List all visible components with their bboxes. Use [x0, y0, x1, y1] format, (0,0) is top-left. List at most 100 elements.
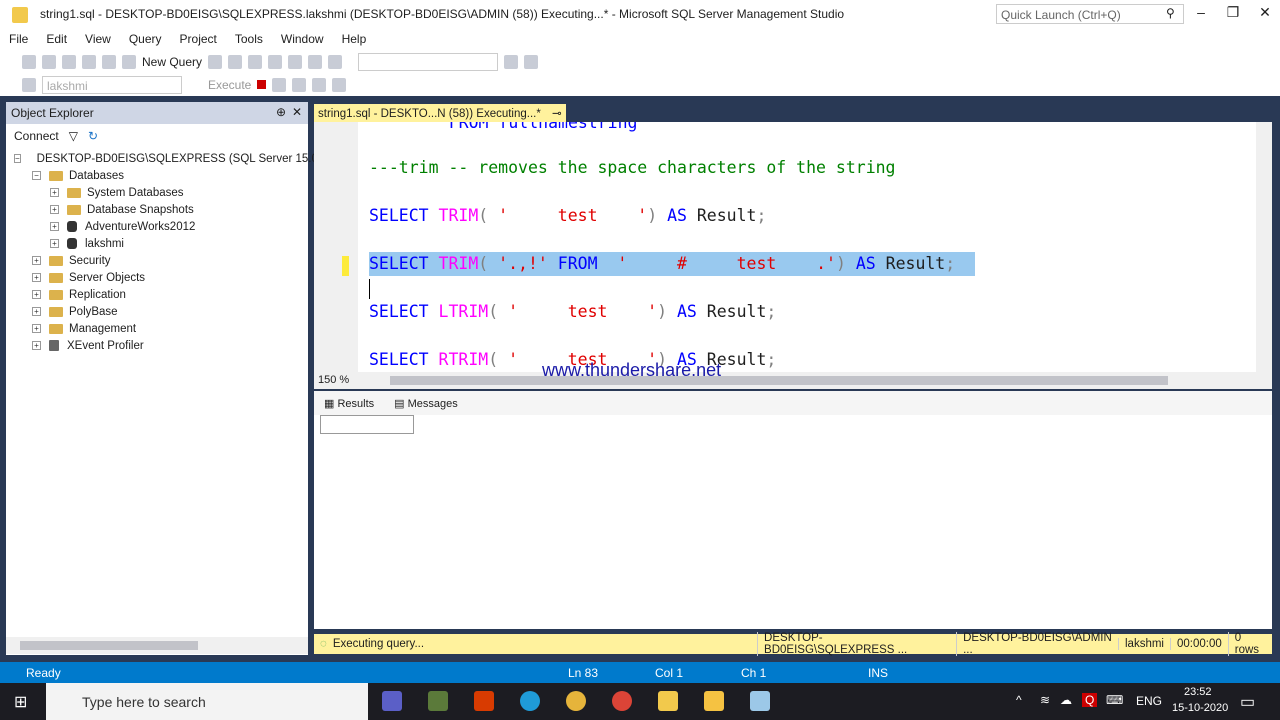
maximize-button[interactable]: ❐ [1218, 4, 1248, 21]
tree-node[interactable]: + AdventureWorks2012 [6, 218, 308, 235]
chrome-canary-icon[interactable] [566, 691, 586, 711]
expand-icon[interactable]: + [32, 341, 41, 350]
comment-icon[interactable] [312, 77, 327, 92]
tree-node[interactable]: + Security [6, 252, 308, 269]
results-grid[interactable] [320, 415, 414, 434]
query-icon[interactable] [208, 54, 223, 69]
edge-icon[interactable] [520, 691, 540, 711]
wifi-icon[interactable]: ≋ [1040, 693, 1050, 707]
open-file-icon[interactable] [82, 54, 96, 69]
tree-node[interactable]: + XEvent Profiler [6, 337, 308, 354]
keyboard-icon[interactable]: ⌨ [1106, 693, 1123, 707]
notepad-icon[interactable] [750, 691, 770, 711]
expand-icon[interactable]: + [50, 239, 59, 248]
tree-node[interactable]: + Server Objects [6, 269, 308, 286]
file-explorer-icon[interactable] [704, 691, 724, 711]
tree-node[interactable]: − Databases [6, 167, 308, 184]
zoom-dropdown[interactable]: 150 % [318, 374, 349, 386]
query-editor[interactable]: FROM fullnamestring ---trim -- removes t… [314, 122, 1272, 372]
expand-icon[interactable]: + [32, 324, 41, 333]
menu-file[interactable]: File [0, 32, 37, 46]
undo-icon[interactable] [288, 54, 303, 69]
tree-node[interactable]: + Management [6, 320, 308, 337]
collapse-icon[interactable]: − [14, 154, 21, 163]
horizontal-scrollbar[interactable] [390, 376, 1168, 385]
connect-button[interactable]: Connect [14, 129, 59, 143]
clock-time[interactable]: 23:52 [1184, 686, 1212, 698]
teams-icon[interactable] [382, 691, 402, 711]
back-icon[interactable] [22, 54, 36, 69]
copy-icon[interactable] [248, 54, 263, 69]
refresh-icon[interactable]: ↻ [88, 129, 98, 143]
menu-tools[interactable]: Tools [226, 32, 272, 46]
properties-icon[interactable] [504, 54, 519, 69]
tree-node[interactable]: − DESKTOP-BD0EISG\SQLEXPRESS (SQL Server … [6, 150, 340, 167]
new-project-icon[interactable] [62, 54, 76, 69]
activity-monitor-icon[interactable] [328, 54, 343, 69]
ssms-icon[interactable] [658, 691, 678, 711]
expand-icon[interactable]: + [50, 188, 59, 197]
expand-icon[interactable]: + [50, 222, 59, 231]
tab-label: string1.sql - DESKTO...N (58)) Executing… [318, 108, 541, 120]
tab-string1-sql[interactable]: string1.sql - DESKTO...N (58)) Executing… [314, 104, 566, 134]
vertical-scrollbar[interactable] [1256, 122, 1272, 372]
windows-start-icon[interactable]: ⊞ [14, 692, 27, 712]
expand-icon[interactable]: + [32, 256, 41, 265]
quick-heal-icon[interactable]: Q [1082, 693, 1098, 707]
language-indicator[interactable]: ENG [1136, 694, 1162, 708]
expand-icon[interactable]: + [32, 290, 41, 299]
menu-help[interactable]: Help [333, 32, 376, 46]
cancel-query-icon[interactable] [257, 80, 267, 89]
tree-node[interactable]: + lakshmi [6, 235, 308, 252]
tray-chevron-icon[interactable]: ^ [1016, 693, 1022, 707]
quick-launch-input[interactable]: Quick Launch (Ctrl+Q) [996, 4, 1184, 24]
watermark: www.thundershare.net [542, 360, 722, 380]
close-icon[interactable]: ✕ [292, 105, 302, 119]
menu-project[interactable]: Project [171, 32, 226, 46]
menu-edit[interactable]: Edit [37, 32, 76, 46]
minimize-button[interactable]: – [1186, 4, 1216, 20]
tools-icon[interactable] [524, 54, 539, 69]
tree-node[interactable]: + PolyBase [6, 303, 308, 320]
connect-icon[interactable] [22, 77, 36, 92]
chrome-icon[interactable] [612, 691, 632, 711]
text-cursor [369, 279, 370, 299]
cloud-icon[interactable]: ☁ [1060, 693, 1072, 707]
execute-button[interactable]: Execute [208, 78, 251, 92]
pin-icon[interactable]: ⊕ [276, 105, 286, 119]
save-icon[interactable] [102, 54, 116, 69]
paste-icon[interactable] [268, 54, 283, 69]
taskbar-search[interactable]: Type here to search [46, 683, 368, 720]
object-tree: − DESKTOP-BD0EISG\SQLEXPRESS (SQL Server … [6, 150, 340, 354]
database-dropdown[interactable]: lakshmi [42, 75, 182, 94]
close-window-button[interactable]: ✕ [1250, 4, 1280, 21]
menu-window[interactable]: Window [272, 32, 333, 46]
expand-icon[interactable]: + [50, 205, 59, 214]
collapse-icon[interactable]: − [32, 171, 41, 180]
clock-date[interactable]: 15-10-2020 [1172, 702, 1228, 714]
notifications-icon[interactable]: ▭ [1240, 692, 1255, 712]
pin-icon[interactable]: ⊸ [552, 108, 562, 120]
expand-icon[interactable]: + [32, 307, 41, 316]
results-to-grid-icon[interactable] [292, 77, 307, 92]
cut-icon[interactable] [228, 54, 243, 69]
filter-icon[interactable]: ▽ [69, 129, 78, 143]
save-all-icon[interactable] [122, 54, 136, 69]
tree-node[interactable]: + Replication [6, 286, 308, 303]
tab-results[interactable]: ▦ Results [324, 397, 374, 410]
expand-icon[interactable]: + [32, 273, 41, 282]
office-icon[interactable] [474, 691, 494, 711]
minecraft-icon[interactable] [428, 691, 448, 711]
tree-node[interactable]: + System Databases [6, 184, 308, 201]
horizontal-scrollbar[interactable] [6, 637, 308, 654]
forward-icon[interactable] [42, 54, 56, 69]
parse-icon[interactable] [272, 77, 287, 92]
new-query-button[interactable]: New Query [142, 55, 202, 69]
menu-query[interactable]: Query [120, 32, 171, 46]
redo-icon[interactable] [308, 54, 323, 69]
menu-view[interactable]: View [76, 32, 120, 46]
solution-config-dropdown[interactable] [358, 52, 499, 71]
indent-icon[interactable] [332, 77, 347, 92]
tab-messages[interactable]: ▤ Messages [394, 397, 458, 410]
tree-node[interactable]: + Database Snapshots [6, 201, 308, 218]
